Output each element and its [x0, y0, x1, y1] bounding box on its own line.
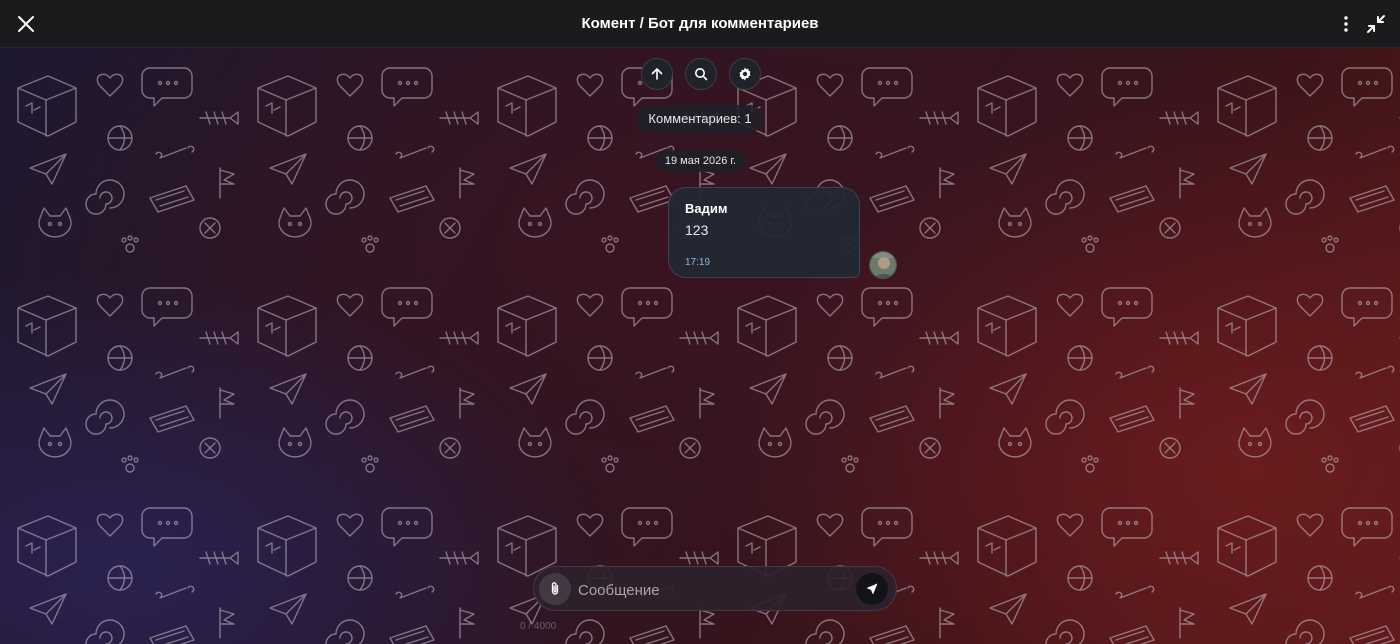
date-separator: 19 мая 2026 г. [655, 150, 746, 172]
minimize-button[interactable] [1364, 12, 1388, 36]
message-author[interactable]: Вадим [685, 201, 727, 216]
message-input[interactable] [576, 573, 850, 607]
arrow-up-icon [651, 68, 663, 80]
chat-background: Комментариев: 1 19 мая 2026 г. Вадим 123… [0, 48, 1400, 644]
attach-button[interactable] [539, 573, 571, 605]
send-icon [866, 583, 878, 595]
doodle-pattern [0, 48, 1400, 644]
search-button[interactable] [685, 58, 717, 90]
message-text: 123 [685, 222, 709, 238]
more-options-button[interactable] [1334, 12, 1358, 36]
top-bar: Комент / Бот для комментариев [0, 0, 1400, 48]
message-composer [533, 566, 897, 611]
message-time: 17:19 [685, 257, 711, 268]
avatar[interactable] [869, 251, 897, 279]
comments-count-badge: Комментариев: 1 [637, 105, 763, 133]
minimize-icon [1367, 15, 1385, 33]
page-title: Комент / Бот для комментариев [581, 15, 819, 32]
settings-button[interactable] [729, 58, 761, 90]
char-counter: 0 / 4000 [520, 621, 557, 632]
scroll-up-button[interactable] [641, 58, 673, 90]
send-button[interactable] [856, 573, 888, 605]
paperclip-icon [551, 582, 559, 595]
gear-icon [739, 67, 751, 81]
message-bubble[interactable]: Вадим 123 17:19 [668, 187, 860, 278]
more-vertical-icon [1344, 16, 1348, 32]
search-icon [695, 68, 708, 81]
